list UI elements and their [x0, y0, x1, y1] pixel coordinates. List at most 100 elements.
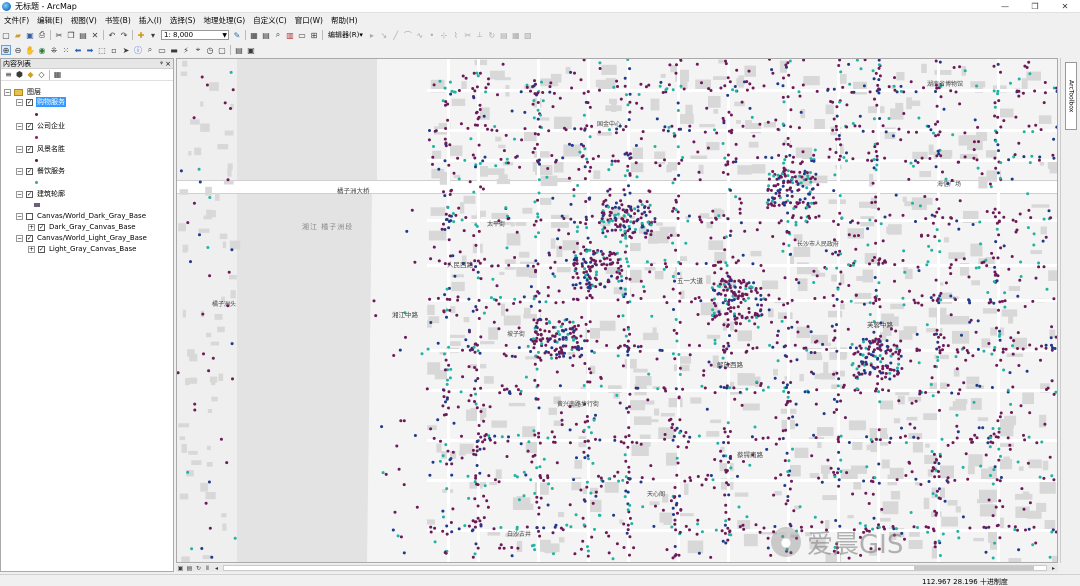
layer-checkbox[interactable]: [26, 212, 33, 220]
editor-toolbar-icon[interactable]: ✎: [232, 30, 242, 40]
create-viewer-icon[interactable]: ▢: [217, 45, 227, 55]
point-icon[interactable]: •: [427, 30, 437, 40]
editor-menu-button[interactable]: 编辑器(R)▾: [325, 30, 366, 40]
layout-view-icon[interactable]: ▤: [234, 45, 244, 55]
basemap-child-row-light[interactable]: + ✓ Light_Gray_Canvas_Base: [28, 244, 137, 254]
close-button[interactable]: ✕: [1050, 0, 1080, 13]
zoom-out-icon[interactable]: ⊖: [13, 45, 23, 55]
pin-icon[interactable]: ᵠ: [160, 60, 163, 68]
layer-row-shopping[interactable]: − ✓ 购物服务: [16, 97, 66, 107]
pan-icon[interactable]: ✋: [25, 45, 35, 55]
layer-checkbox[interactable]: ✓: [38, 223, 45, 231]
reshape-icon[interactable]: ⌇: [451, 30, 461, 40]
copy-icon[interactable]: ❐: [66, 30, 76, 40]
fixed-zoom-in-icon[interactable]: ⁜: [49, 45, 59, 55]
refresh-icon[interactable]: ↻: [195, 565, 202, 572]
attributes-icon[interactable]: ▤: [499, 30, 509, 40]
layer-checkbox[interactable]: ✓: [38, 245, 45, 253]
basemap-row-dark[interactable]: − Canvas/World_Dark_Gray_Base: [16, 211, 147, 221]
delete-icon[interactable]: ✕: [90, 30, 100, 40]
new-document-icon[interactable]: ▢: [1, 30, 11, 40]
edit-vertices-icon[interactable]: ⊹: [439, 30, 449, 40]
scrollbar-thumb[interactable]: [914, 566, 1034, 570]
list-by-drawing-order-icon[interactable]: ≡: [4, 70, 13, 79]
end-point-arc-icon[interactable]: ⌒: [403, 30, 413, 40]
maximize-button[interactable]: ❐: [1020, 0, 1050, 13]
collapse-icon[interactable]: −: [16, 212, 23, 220]
back-extent-icon[interactable]: ⬅: [73, 45, 83, 55]
collapse-icon[interactable]: −: [16, 190, 23, 198]
cut-icon[interactable]: ✂: [54, 30, 64, 40]
layer-label[interactable]: 公司企业: [36, 121, 66, 131]
menu-selection[interactable]: 选择(S): [166, 15, 200, 26]
scroll-right-icon[interactable]: ▸: [1050, 565, 1057, 572]
hyperlink-icon[interactable]: ⚡: [181, 45, 191, 55]
collapse-icon[interactable]: −: [16, 145, 23, 153]
layer-row-scenic[interactable]: − ✓ 风景名胜: [16, 144, 66, 154]
sketch-properties-icon[interactable]: ▦: [511, 30, 521, 40]
layer-label[interactable]: Canvas/World_Dark_Gray_Base: [36, 212, 147, 220]
expand-icon[interactable]: +: [28, 223, 35, 231]
layer-checkbox[interactable]: ✓: [26, 190, 33, 198]
menu-file[interactable]: 文件(F): [0, 15, 33, 26]
horizontal-scrollbar[interactable]: [223, 565, 1047, 571]
modelbuilder-icon[interactable]: ⊞: [309, 30, 319, 40]
layer-label[interactable]: 建筑轮廓: [36, 189, 66, 199]
measure-icon[interactable]: ▬: [169, 45, 179, 55]
catalog-icon[interactable]: ▤: [261, 30, 271, 40]
layer-row-company[interactable]: − ✓ 公司企业: [16, 121, 66, 131]
menu-insert[interactable]: 插入(I): [135, 15, 166, 26]
pause-drawing-icon[interactable]: Ⅱ: [204, 565, 211, 572]
split-icon[interactable]: ⟂: [475, 30, 485, 40]
arctoolbox-icon[interactable]: ▥: [285, 30, 295, 40]
layer-row-food[interactable]: − ✓ 餐饮服务: [16, 166, 66, 176]
layer-checkbox[interactable]: ✓: [26, 145, 33, 153]
basemap-child-row-dark[interactable]: + ✓ Dark_Gray_Canvas_Base: [28, 222, 137, 232]
collapse-icon[interactable]: −: [4, 88, 11, 96]
layer-checkbox[interactable]: ✓: [26, 234, 33, 242]
data-view-icon[interactable]: ▣: [246, 45, 256, 55]
print-icon[interactable]: ⎙: [37, 30, 47, 40]
collapse-icon[interactable]: −: [16, 167, 23, 175]
layer-label[interactable]: 餐饮服务: [36, 166, 66, 176]
identify-icon[interactable]: ⓘ: [133, 45, 143, 55]
layout-view-icon[interactable]: ▣: [177, 565, 184, 572]
map-view[interactable]: 橘子洲大桥 湘江 橘子洲段 湘江中路 五一大道 解放西路 黄兴南路步行街 长沙市…: [176, 58, 1058, 563]
expand-icon[interactable]: +: [28, 245, 35, 253]
clear-selection-icon[interactable]: ▫: [109, 45, 119, 55]
python-window-icon[interactable]: ▭: [297, 30, 307, 40]
add-data-icon[interactable]: ✚: [136, 30, 146, 40]
collapse-icon[interactable]: −: [16, 98, 23, 106]
edit-tool-icon[interactable]: ▸: [367, 30, 377, 40]
menu-geoprocessing[interactable]: 地理处理(G): [199, 15, 249, 26]
layer-label[interactable]: Light_Gray_Canvas_Base: [48, 245, 137, 253]
select-features-icon[interactable]: ⬚: [97, 45, 107, 55]
find-icon[interactable]: ⌕: [145, 45, 155, 55]
menu-customize[interactable]: 自定义(C): [249, 15, 291, 26]
menu-edit[interactable]: 编辑(E): [33, 15, 67, 26]
menu-view[interactable]: 视图(V): [67, 15, 101, 26]
html-popup-icon[interactable]: ▭: [157, 45, 167, 55]
trace-icon[interactable]: ∿: [415, 30, 425, 40]
layer-label[interactable]: Dark_Gray_Canvas_Base: [48, 223, 137, 231]
open-folder-icon[interactable]: ▰: [13, 30, 23, 40]
list-by-visibility-icon[interactable]: ◆: [26, 70, 35, 79]
basemap-row-light[interactable]: − ✓ Canvas/World_Light_Gray_Base: [16, 233, 148, 243]
layer-label[interactable]: 购物服务: [36, 97, 66, 107]
layer-row-buildings[interactable]: − ✓ 建筑轮廓: [16, 189, 66, 199]
arctoolbox-tab[interactable]: ArcToolbox: [1065, 62, 1077, 130]
menu-windows[interactable]: 窗口(W): [291, 15, 327, 26]
collapse-icon[interactable]: −: [16, 234, 23, 242]
toc-close-icon[interactable]: ×: [165, 60, 171, 68]
zoom-in-icon[interactable]: ⊕: [1, 45, 11, 55]
minimize-button[interactable]: —: [990, 0, 1020, 13]
dropdown-arrow-icon[interactable]: ▾: [148, 30, 158, 40]
options-icon[interactable]: ▦: [53, 70, 62, 79]
layer-label[interactable]: 风景名胜: [36, 144, 66, 154]
straight-segment-icon[interactable]: ╱: [391, 30, 401, 40]
select-elements-icon[interactable]: ➤: [121, 45, 131, 55]
layer-label[interactable]: Canvas/World_Light_Gray_Base: [36, 234, 148, 242]
undo-icon[interactable]: ↶: [107, 30, 117, 40]
menu-help[interactable]: 帮助(H): [327, 15, 362, 26]
layer-checkbox[interactable]: ✓: [26, 98, 33, 106]
